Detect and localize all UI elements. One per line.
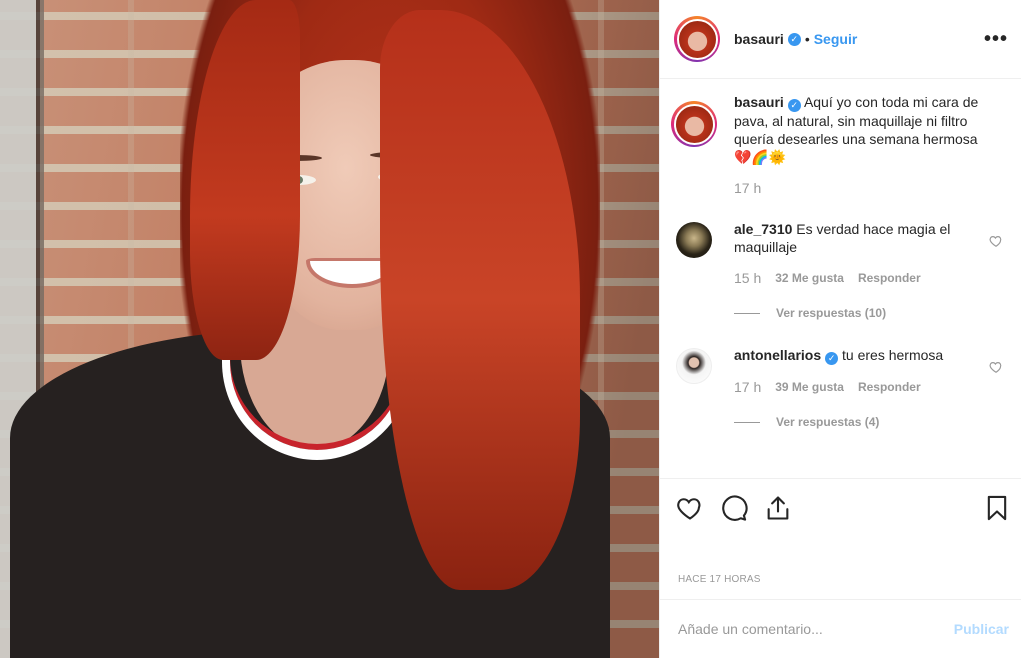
comment-item: ale_7310 Es verdad hace magia el maquill… bbox=[676, 220, 1007, 286]
comment-username[interactable]: antonellarios bbox=[734, 347, 821, 363]
commenter-avatar[interactable] bbox=[676, 348, 712, 384]
verified-badge-icon: ✓ bbox=[787, 32, 801, 46]
comment-like-heart-icon[interactable] bbox=[989, 360, 1003, 374]
comment-likes[interactable]: 39 Me gusta bbox=[775, 380, 844, 394]
caption-username[interactable]: basauri bbox=[734, 94, 784, 110]
heart-icon[interactable] bbox=[676, 494, 704, 522]
share-upload-icon[interactable] bbox=[764, 494, 792, 522]
comment-meta: 17 h 39 Me gusta Responder bbox=[734, 379, 979, 395]
more-options-icon[interactable]: ••• bbox=[984, 28, 1008, 51]
comment-meta: 15 h 32 Me gusta Responder bbox=[734, 270, 979, 286]
comments-list[interactable]: basauri ✓ Aquí yo con toda mi cara de pav… bbox=[660, 79, 1021, 478]
post-timestamp[interactable]: HACE 17 HORAS bbox=[660, 536, 1021, 600]
action-bar bbox=[660, 478, 1021, 536]
comment-username[interactable]: ale_7310 bbox=[734, 221, 792, 237]
replies-divider bbox=[734, 312, 760, 314]
reply-button[interactable]: Responder bbox=[858, 380, 921, 394]
comment-text: tu eres hermosa bbox=[842, 347, 944, 363]
verified-badge-icon: ✓ bbox=[787, 99, 801, 112]
verified-badge-icon: ✓ bbox=[825, 352, 839, 365]
bookmark-icon[interactable] bbox=[983, 494, 1011, 522]
commenter-avatar[interactable] bbox=[676, 222, 712, 258]
caption-meta: 17 h bbox=[734, 180, 979, 196]
reply-button[interactable]: Responder bbox=[858, 271, 921, 285]
replies-divider bbox=[734, 421, 760, 423]
author-avatar[interactable] bbox=[674, 16, 720, 62]
caption: basauri ✓ Aquí yo con toda mi cara de pav… bbox=[671, 93, 1007, 196]
author-username[interactable]: basauri bbox=[734, 31, 784, 47]
comment-time[interactable]: 17 h bbox=[734, 379, 761, 395]
separator-dot: • bbox=[804, 31, 810, 47]
view-replies-label: Ver respuestas (10) bbox=[776, 306, 887, 320]
instagram-post: basauri ✓ • Seguir ••• basauri ✓ Aquí yo … bbox=[0, 0, 1021, 658]
follow-button[interactable]: Seguir bbox=[814, 31, 858, 47]
caption-time[interactable]: 17 h bbox=[734, 180, 761, 196]
post-side-panel: basauri ✓ • Seguir ••• basauri ✓ Aquí yo … bbox=[659, 0, 1021, 658]
comment-item: antonellarios ✓ tu eres hermosa 17 h 39 M… bbox=[676, 346, 1007, 395]
post-photo[interactable] bbox=[0, 0, 659, 658]
view-replies-button[interactable]: Ver respuestas (10) bbox=[734, 306, 1007, 320]
view-replies-label: Ver respuestas (4) bbox=[776, 415, 880, 429]
post-header: basauri ✓ • Seguir ••• bbox=[660, 0, 1021, 79]
comment-input[interactable] bbox=[678, 621, 954, 637]
add-comment-bar: Publicar bbox=[660, 600, 1021, 658]
comment-bubble-icon[interactable] bbox=[720, 494, 748, 522]
view-replies-button[interactable]: Ver respuestas (4) bbox=[734, 415, 1007, 429]
comment-like-heart-icon[interactable] bbox=[989, 234, 1003, 248]
caption-avatar[interactable] bbox=[671, 101, 717, 147]
comment-likes[interactable]: 32 Me gusta bbox=[775, 271, 844, 285]
publish-button[interactable]: Publicar bbox=[954, 621, 1009, 637]
comment-time[interactable]: 15 h bbox=[734, 270, 761, 286]
